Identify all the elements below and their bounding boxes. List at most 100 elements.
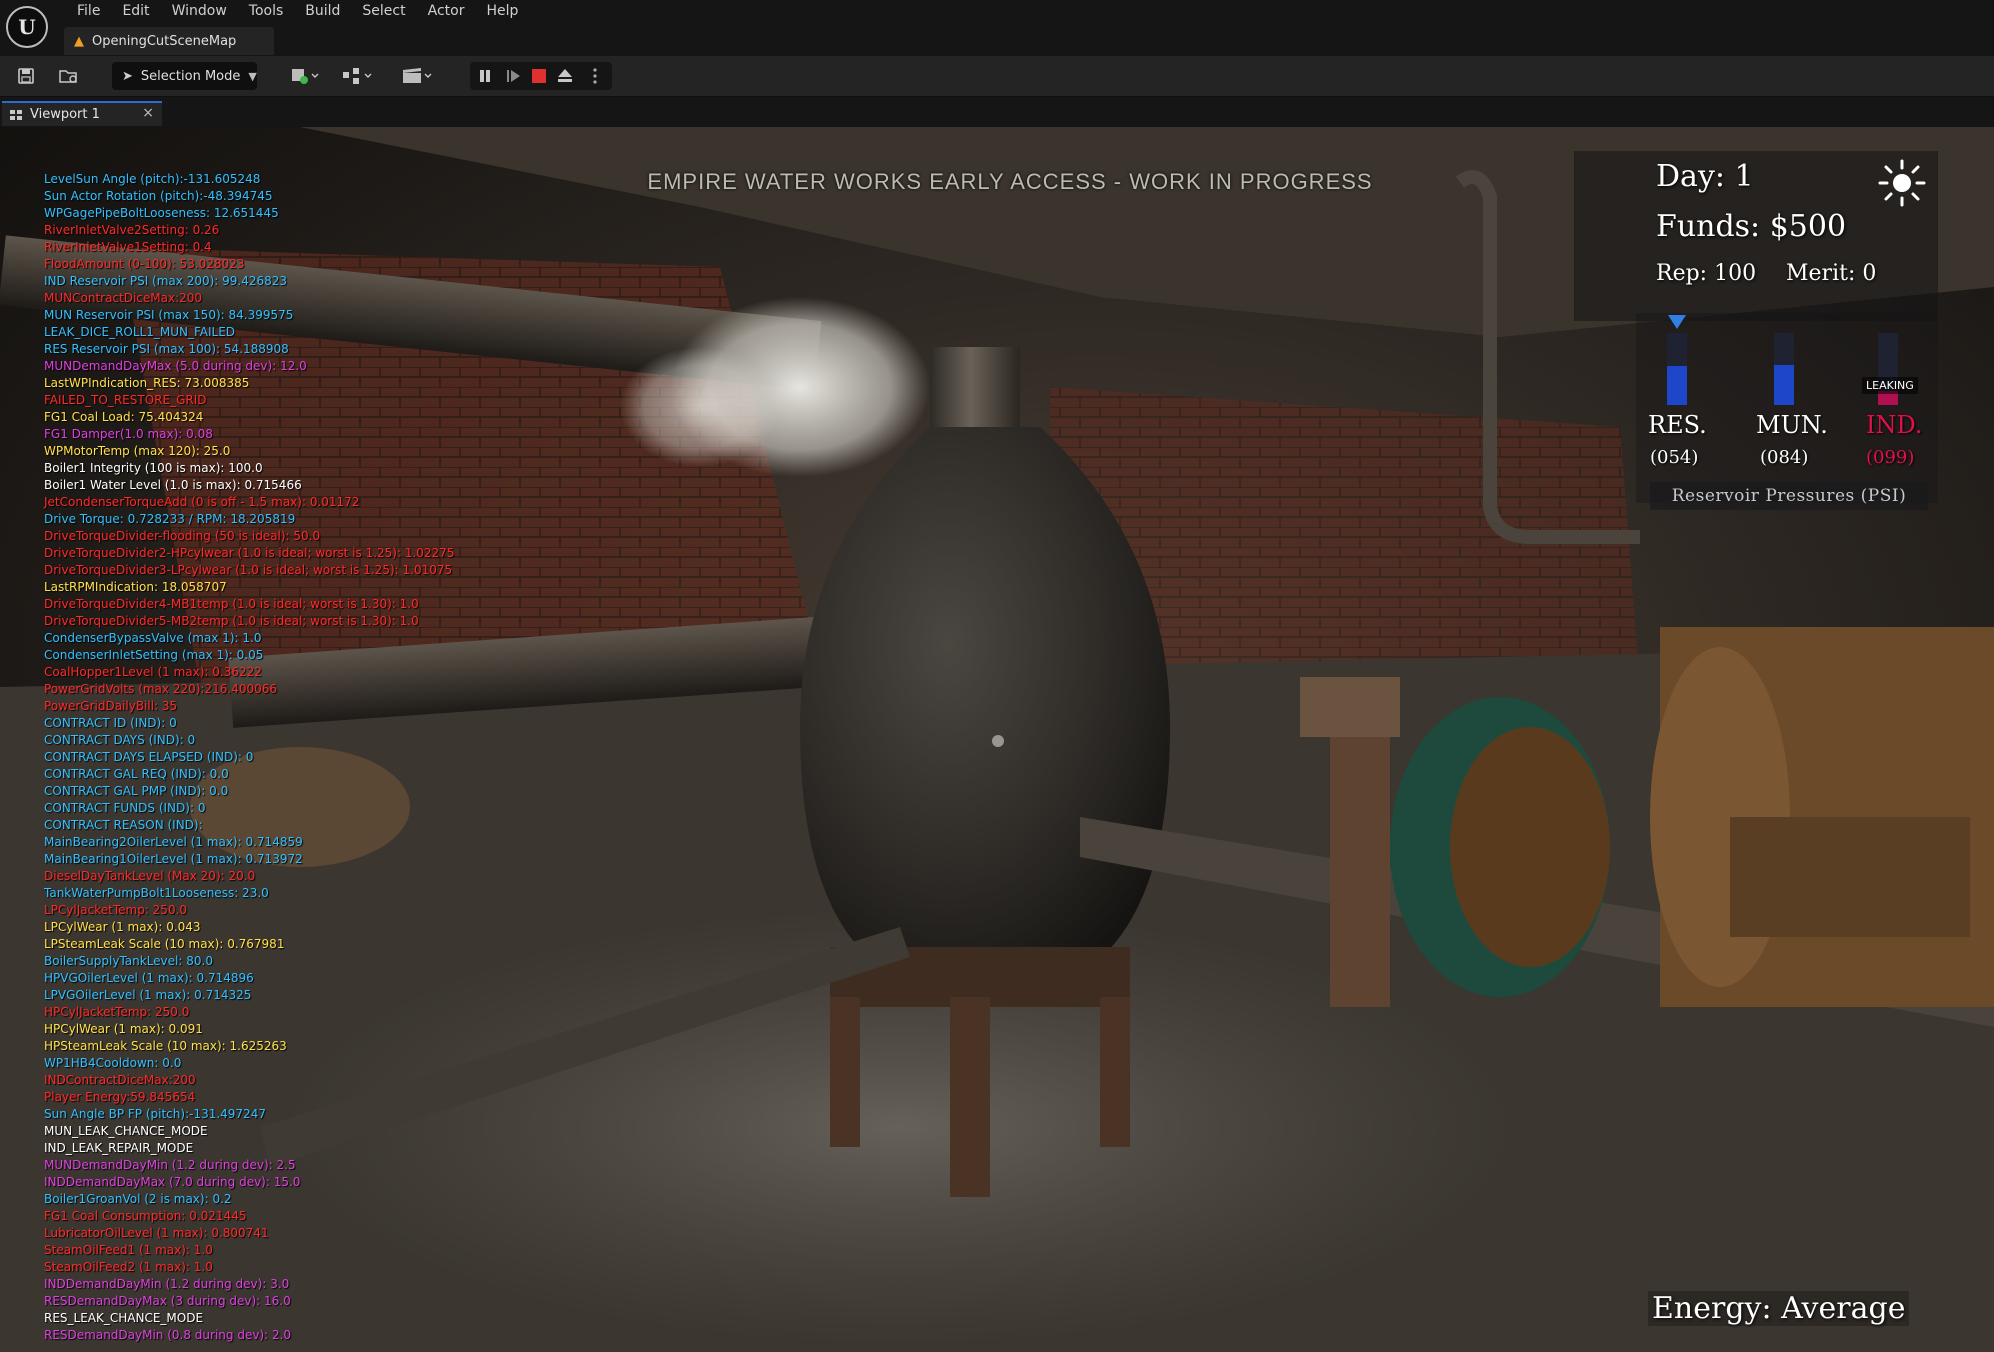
eject-icon[interactable]	[556, 67, 574, 85]
debug-line: RESDemandDayMax (3 during dev): 16.0	[44, 1294, 291, 1308]
debug-line: HPSteamLeak Scale (10 max): 1.625263	[44, 1039, 287, 1053]
debug-line: Player Energy:59.845654	[44, 1090, 196, 1104]
debug-line: PowerGridVolts (max 220):216.400066	[44, 682, 277, 696]
debug-line: Sun Actor Rotation (pitch):-48.394745	[44, 189, 273, 203]
debug-line: MUNContractDiceMax:200	[44, 291, 203, 305]
selection-mode-dropdown[interactable]: ➤ Selection Mode ▼	[112, 62, 257, 90]
cinematics-icon[interactable]	[398, 64, 438, 88]
debug-line: CONTRACT DAYS (IND): 0	[44, 733, 196, 747]
more-options-icon[interactable]	[586, 67, 604, 85]
stop-icon[interactable]	[530, 67, 548, 85]
debug-line: MainBearing1OilerLevel (1 max): 0.713972	[44, 852, 303, 866]
energy-label: Energy: Average	[1648, 1291, 1910, 1326]
merit-label: Merit: 0	[1786, 261, 1877, 286]
selection-mode-label: Selection Mode	[140, 68, 241, 84]
debug-line: CondenserBypassValve (max 1): 1.0	[44, 631, 262, 645]
debug-line: LPCylWear (1 max): 0.043	[44, 920, 201, 934]
debug-line: RES_LEAK_CHANCE_MODE	[44, 1311, 204, 1325]
funds-label: Funds: $500	[1656, 209, 1847, 244]
crosshair-dot	[992, 735, 1004, 747]
debug-line: LastRPMIndication: 18.058707	[44, 580, 227, 594]
res-gauge	[1667, 333, 1687, 405]
blueprint-icon[interactable]	[338, 64, 378, 88]
debug-line: CONTRACT GAL PMP (IND): 0.0	[44, 784, 229, 798]
debug-line: Boiler1 Integrity (100 is max): 100.0	[44, 461, 263, 475]
debug-line: DriveTorqueDivider3-LPcylwear (1.0 is id…	[44, 563, 453, 577]
unreal-logo-icon[interactable]: U	[6, 6, 48, 48]
play-controls	[470, 62, 612, 90]
viewport-grid-icon	[10, 109, 22, 120]
mun-gauge	[1774, 333, 1794, 405]
debug-line: WP1HB4Cooldown: 0.0	[44, 1056, 182, 1070]
menu-select[interactable]: Select	[351, 0, 416, 24]
debug-line: TankWaterPumpBolt1Looseness: 23.0	[44, 886, 269, 900]
debug-line: HPVGOilerLevel (1 max): 0.714896	[44, 971, 254, 985]
ind-pressure-value: (099)	[1866, 447, 1915, 468]
close-icon[interactable]: ×	[142, 105, 154, 121]
debug-line: IND_LEAK_REPAIR_MODE	[44, 1141, 194, 1155]
debug-line: CONTRACT REASON (IND):	[44, 818, 203, 832]
frame-skip-icon[interactable]	[504, 67, 522, 85]
debug-line: FloodAmount (0-100): 53.028023	[44, 257, 245, 271]
map-tab-label: OpeningCutSceneMap	[92, 33, 237, 49]
debug-line: IND Reservoir PSI (max 200): 99.426823	[44, 274, 288, 288]
early-access-banner: EMPIRE WATER WORKS EARLY ACCESS - WORK I…	[647, 169, 1373, 194]
map-tab[interactable]: ▲ OpeningCutSceneMap	[64, 27, 274, 55]
debug-line: LPVGOilerLevel (1 max): 0.714325	[44, 988, 252, 1002]
debug-line: HPCylWear (1 max): 0.091	[44, 1022, 203, 1036]
mun-pressure-value: (084)	[1760, 447, 1809, 468]
menu-window[interactable]: Window	[161, 0, 238, 24]
debug-line: Boiler1 Water Level (1.0 is max): 0.7154…	[44, 478, 302, 492]
reputation-label: Rep: 100	[1656, 261, 1757, 286]
debug-line: LEAK_DICE_ROLL1_MUN_FAILED	[44, 325, 236, 339]
debug-line: LastWPIndication_RES: 73.008385	[44, 376, 250, 390]
debug-line: LPCylJacketTemp: 250.0	[44, 903, 188, 917]
debug-line: SteamOilFeed1 (1 max): 1.0	[44, 1243, 213, 1257]
debug-line: CoalHopper1Level (1 max): 0.36222	[44, 665, 262, 679]
res-gauge-fill	[1667, 366, 1687, 405]
res-name: RES.	[1648, 411, 1707, 439]
add-actor-icon[interactable]	[286, 64, 326, 88]
mun-gauge-fill	[1774, 364, 1794, 405]
debug-line: RESDemandDayMin (0.8 during dev): 2.0	[44, 1328, 292, 1342]
pause-icon[interactable]	[476, 67, 494, 85]
debug-line: Boiler1GroanVol (2 is max): 0.2	[44, 1192, 232, 1206]
debug-line: Drive Torque: 0.728233 / RPM: 18.205819	[44, 512, 296, 526]
debug-line: DriveTorqueDivider2-HPcylwear (1.0 is id…	[44, 546, 455, 560]
menu-file[interactable]: File	[66, 0, 111, 24]
day-label: Day: 1	[1656, 159, 1754, 194]
menu-edit[interactable]: Edit	[111, 0, 160, 24]
content-browser-icon[interactable]	[56, 64, 82, 88]
viewport-tab-label: Viewport 1	[30, 107, 100, 122]
ind-gauge	[1878, 333, 1898, 405]
menu-tools[interactable]: Tools	[238, 0, 295, 24]
menu-help[interactable]: Help	[475, 0, 529, 24]
debug-line: FAILED_TO_RESTORE_GRID	[44, 393, 207, 407]
debug-line: Sun Angle BP FP (pitch):-131.497247	[44, 1107, 266, 1121]
viewport-tab[interactable]: Viewport 1 ×	[2, 101, 162, 126]
debug-line: CONTRACT GAL REQ (IND): 0.0	[44, 767, 229, 781]
sun-icon	[1878, 159, 1926, 207]
menu-build[interactable]: Build	[294, 0, 351, 24]
menu-bar: File Edit Window Tools Build Select Actor Help	[0, 0, 1994, 24]
debug-line: WPGagePipeBoltLooseness: 12.651445	[44, 206, 279, 220]
debug-line: CONTRACT FUNDS (IND): 0	[44, 801, 206, 815]
debug-line: PowerGridDailyBill: 35	[44, 699, 178, 713]
menu-actor[interactable]: Actor	[417, 0, 476, 24]
res-pressure-value: (054)	[1650, 447, 1699, 468]
viewport-tab-bar: Viewport 1 ×	[0, 97, 1994, 127]
main-menu: File Edit Window Tools Build Select Actor Help	[66, 0, 529, 24]
select-arrow-icon: ➤	[122, 68, 133, 84]
leaking-badge: LEAKING	[1862, 377, 1918, 394]
debug-line: SteamOilFeed2 (1 max): 1.0	[44, 1260, 213, 1274]
game-viewport[interactable]: LevelSun Angle (pitch):-131.605248 Sun Ac…	[0, 127, 1994, 1352]
save-icon[interactable]	[14, 64, 38, 88]
debug-log: LevelSun Angle (pitch):-131.605248 Sun Ac…	[44, 171, 454, 1344]
debug-line: MUN_LEAK_CHANCE_MODE	[44, 1124, 208, 1138]
ind-name: IND.	[1866, 411, 1923, 439]
debug-line: DieselDayTankLevel (Max 20): 20.0	[44, 869, 256, 883]
debug-line: JetCondenserTorqueAdd (0 is off - 1.5 ma…	[44, 495, 360, 509]
debug-line: DriveTorqueDivider5-MB2temp (1.0 is idea…	[44, 614, 419, 628]
debug-line: WPMotorTemp (max 120): 25.0	[44, 444, 231, 458]
warning-icon: ▲	[74, 33, 84, 49]
